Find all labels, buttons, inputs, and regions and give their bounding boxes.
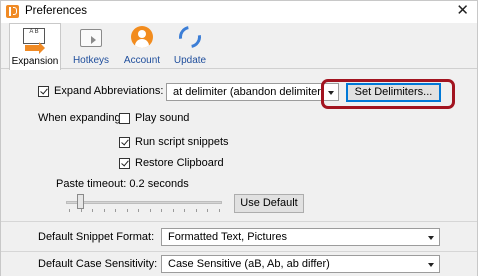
default-case-sensitivity-value: Case Sensitive (aB, Ab, ab differ) bbox=[168, 258, 330, 270]
when-expanding-label: When expanding: bbox=[38, 112, 124, 124]
play-sound-checkbox[interactable] bbox=[119, 113, 130, 124]
toolbar: A B Expansion Hotkeys Account Update bbox=[1, 21, 477, 70]
run-script-checkbox[interactable] bbox=[119, 137, 130, 148]
default-snippet-format-value: Formatted Text, Pictures bbox=[168, 231, 288, 243]
paste-timeout-slider-track[interactable] bbox=[66, 201, 222, 204]
divider bbox=[1, 221, 477, 222]
paste-timeout-label: Paste timeout: 0.2 seconds bbox=[56, 178, 189, 190]
chevron-down-icon bbox=[428, 263, 434, 267]
expand-mode-select[interactable]: at delimiter (abandon delimiter) bbox=[166, 83, 325, 101]
tab-account[interactable]: Account bbox=[119, 23, 165, 69]
default-snippet-format-select[interactable]: Formatted Text, Pictures bbox=[161, 228, 440, 246]
slider-tick bbox=[69, 209, 70, 212]
play-sound-label: Play sound bbox=[135, 112, 190, 124]
account-icon bbox=[131, 26, 153, 48]
slider-tick bbox=[161, 209, 162, 212]
tab-expansion-label: Expansion bbox=[11, 56, 59, 67]
restore-clipboard-checkbox[interactable] bbox=[119, 158, 130, 169]
slider-tick bbox=[103, 209, 105, 212]
tab-account-label: Account bbox=[123, 55, 161, 66]
use-default-button[interactable]: Use Default bbox=[234, 194, 304, 213]
slider-tick bbox=[138, 209, 139, 212]
tab-expansion[interactable]: A B Expansion bbox=[9, 23, 61, 70]
preferences-window: Preferences ✕ A B Expansion Hotkeys Acco… bbox=[0, 0, 478, 276]
slider-tick bbox=[172, 209, 174, 212]
default-case-sensitivity-select[interactable]: Case Sensitive (aB, Ab, ab differ) bbox=[161, 255, 440, 273]
window-title: Preferences bbox=[25, 5, 88, 17]
slider-tick bbox=[92, 209, 93, 212]
expansion-icon: A B bbox=[23, 28, 47, 54]
slider-tick bbox=[195, 209, 197, 212]
paste-timeout-slider-thumb[interactable] bbox=[77, 194, 84, 209]
expansion-panel: Expand Abbreviations: at delimiter (aban… bbox=[1, 70, 477, 276]
expand-abbreviations-checkbox[interactable] bbox=[38, 86, 49, 97]
divider bbox=[1, 251, 477, 252]
close-icon[interactable]: ✕ bbox=[456, 3, 469, 19]
slider-tick bbox=[115, 209, 116, 212]
expand-abbreviations-label: Expand Abbreviations: bbox=[54, 85, 164, 97]
highlight-annotation bbox=[321, 79, 455, 109]
hotkeys-icon bbox=[80, 29, 102, 47]
tab-hotkeys[interactable]: Hotkeys bbox=[69, 23, 113, 69]
slider-tick bbox=[207, 209, 208, 212]
slider-tick bbox=[149, 209, 151, 212]
run-script-label: Run script snippets bbox=[135, 136, 229, 148]
slider-tick bbox=[218, 209, 220, 212]
tab-hotkeys-label: Hotkeys bbox=[72, 55, 110, 66]
chevron-down-icon bbox=[428, 236, 434, 240]
app-icon bbox=[6, 5, 19, 18]
slider-tick bbox=[80, 209, 82, 212]
restore-clipboard-label: Restore Clipboard bbox=[135, 157, 224, 169]
default-case-sensitivity-label: Default Case Sensitivity: bbox=[38, 258, 158, 270]
tab-update[interactable]: Update bbox=[169, 21, 211, 69]
slider-tick bbox=[126, 209, 128, 212]
expand-mode-value: at delimiter (abandon delimiter) bbox=[173, 86, 325, 98]
update-icon bbox=[174, 21, 206, 53]
tab-update-label: Update bbox=[173, 55, 207, 66]
title-bar: Preferences ✕ bbox=[1, 1, 477, 23]
default-snippet-format-label: Default Snippet Format: bbox=[38, 231, 155, 243]
slider-tick bbox=[184, 209, 185, 212]
